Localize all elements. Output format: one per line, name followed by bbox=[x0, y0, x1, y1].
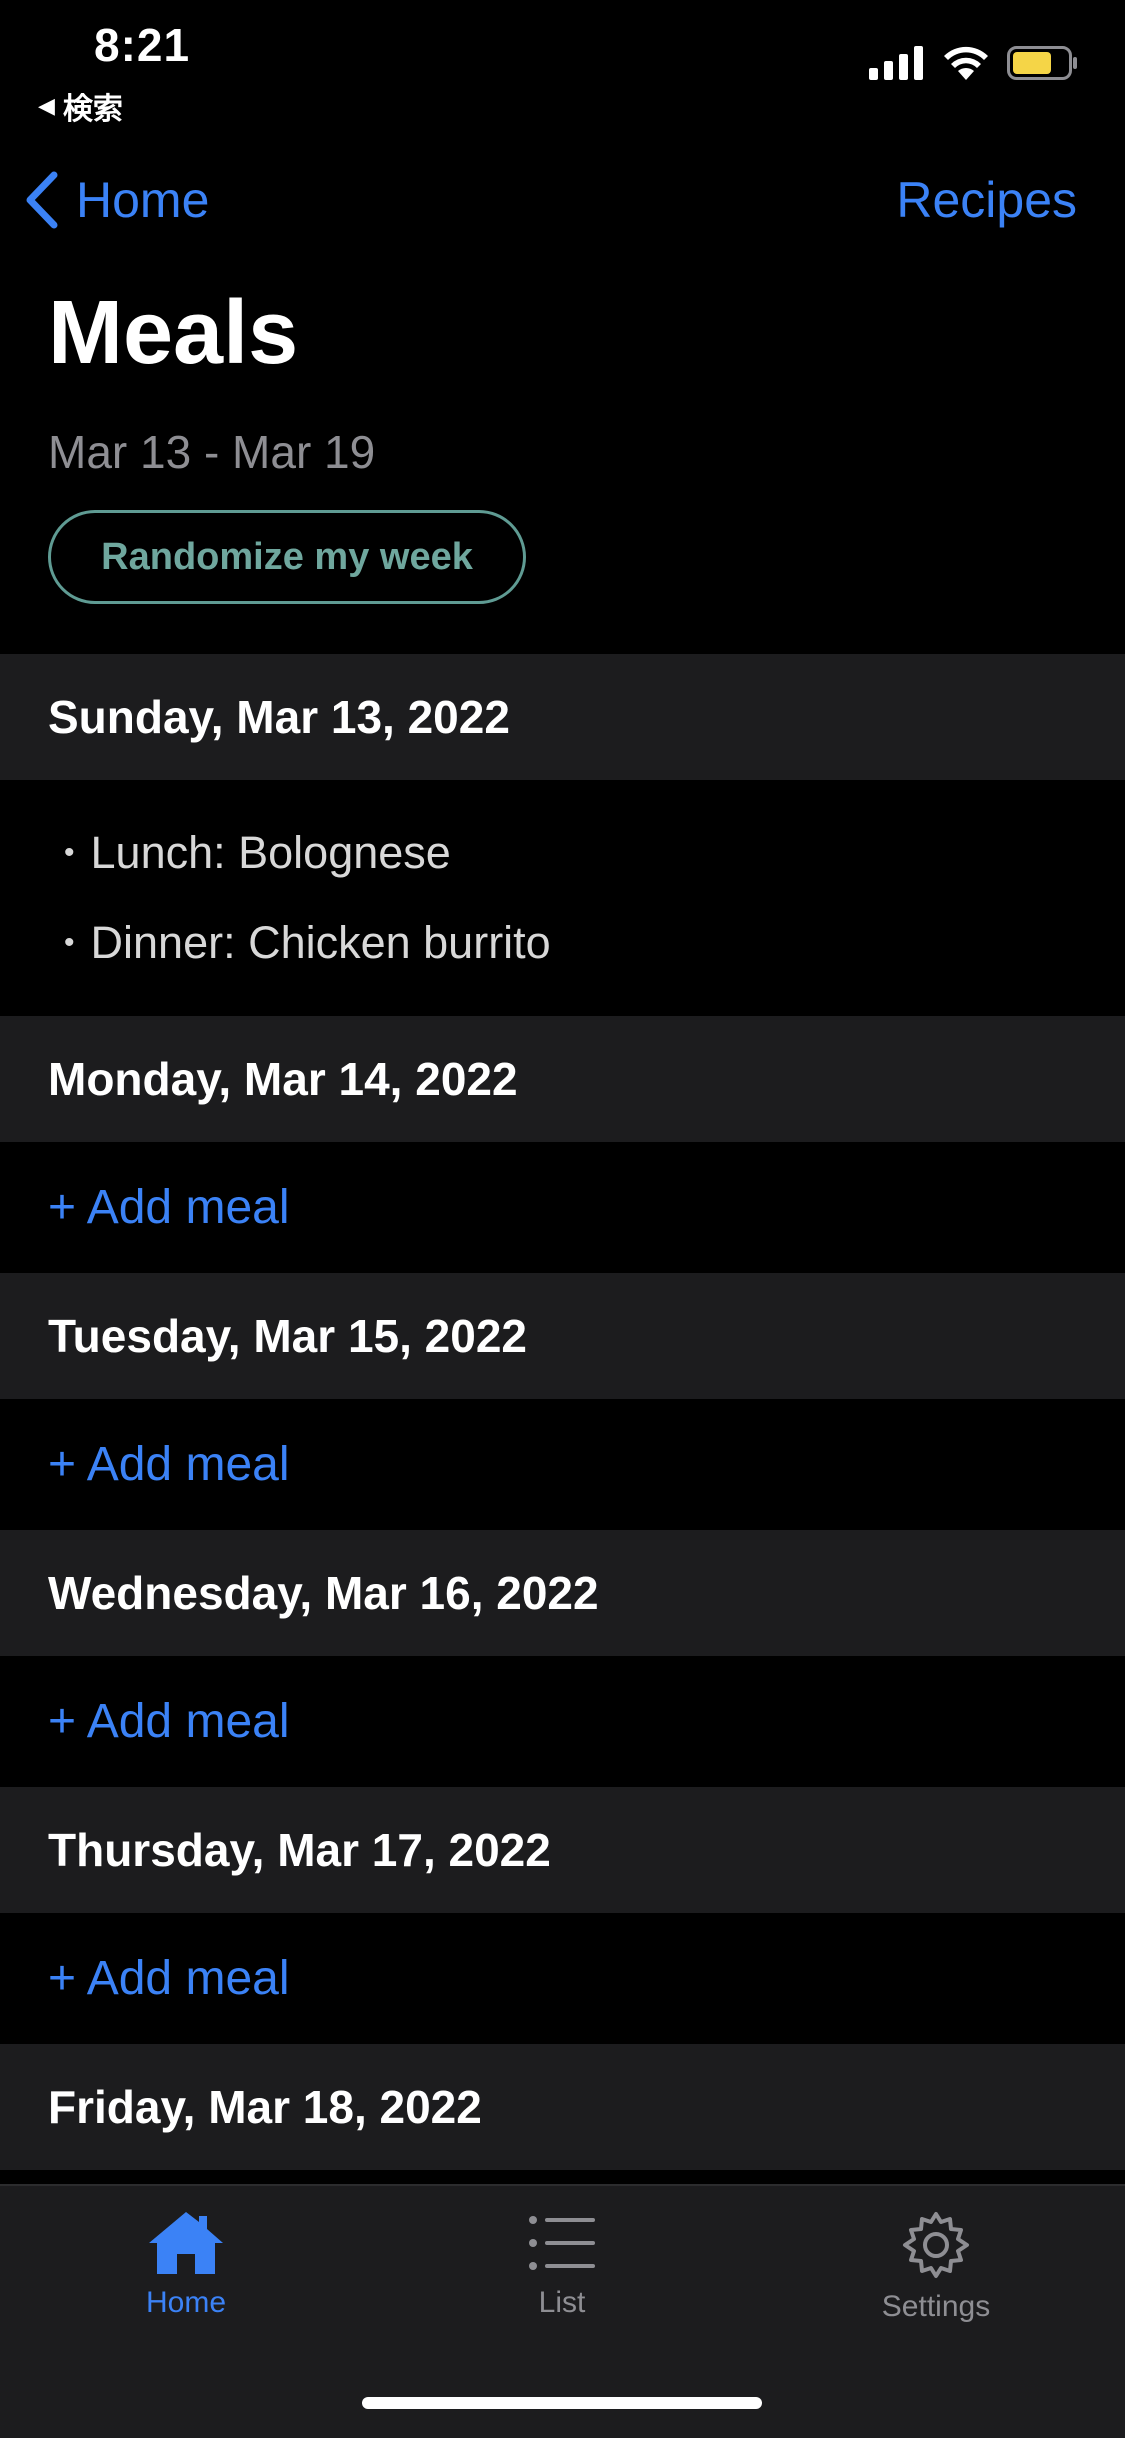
add-meal-button[interactable]: + Add meal bbox=[0, 1142, 1125, 1273]
tab-home[interactable]: Home bbox=[86, 2210, 286, 2320]
meal-label: Dinner: Chicken burrito bbox=[90, 917, 551, 968]
tab-list[interactable]: List bbox=[462, 2210, 662, 2320]
back-to-app[interactable]: ◀ 検索 bbox=[38, 84, 123, 128]
add-meal-button[interactable]: + Add meal bbox=[0, 1656, 1125, 1787]
day-header: Friday, Mar 18, 2022 bbox=[0, 2044, 1125, 2170]
add-meal-button[interactable]: + Add meal bbox=[0, 1399, 1125, 1530]
back-button-label: Home bbox=[76, 172, 210, 228]
randomize-week-button[interactable]: Randomize my week bbox=[48, 510, 526, 604]
battery-icon bbox=[1007, 46, 1077, 80]
signal-icon bbox=[869, 46, 923, 80]
meal-item[interactable]: • Dinner: Chicken burrito bbox=[0, 898, 1125, 988]
add-meal-button[interactable]: + Add meal bbox=[0, 1913, 1125, 2044]
day-header: Monday, Mar 14, 2022 bbox=[0, 1016, 1125, 1142]
tab-label: List bbox=[538, 2286, 586, 2319]
bullet-icon: • bbox=[64, 836, 75, 869]
tab-label: Home bbox=[145, 2286, 227, 2319]
back-app-label: 検索 bbox=[62, 93, 123, 126]
wifi-icon bbox=[944, 46, 988, 80]
day-header: Thursday, Mar 17, 2022 bbox=[0, 1787, 1125, 1913]
chevron-left-icon bbox=[26, 171, 58, 229]
status-bar: 8:21 ◀ 検索 bbox=[0, 0, 1125, 126]
back-button[interactable]: Home bbox=[24, 160, 209, 240]
page-title: Meals bbox=[48, 283, 299, 383]
status-icons bbox=[869, 46, 1079, 80]
status-time: 8:21 bbox=[94, 19, 191, 71]
meal-item[interactable]: • Lunch: Bolognese bbox=[0, 808, 1125, 898]
gear-icon bbox=[903, 2212, 969, 2278]
bullet-icon: • bbox=[64, 926, 75, 959]
list-icon bbox=[529, 2216, 595, 2270]
navigation-bar: Home Recipes bbox=[0, 160, 1125, 240]
day-header: Tuesday, Mar 15, 2022 bbox=[0, 1273, 1125, 1399]
day-list[interactable]: Sunday, Mar 13, 2022 • Lunch: Bolognese … bbox=[0, 654, 1125, 2184]
meal-list: • Lunch: Bolognese • Dinner: Chicken bur… bbox=[0, 780, 1125, 1016]
day-header: Wednesday, Mar 16, 2022 bbox=[0, 1530, 1125, 1656]
back-triangle-icon: ◀ bbox=[38, 93, 55, 118]
date-range: Mar 13 - Mar 19 bbox=[48, 426, 376, 478]
tab-settings[interactable]: Settings bbox=[836, 2210, 1036, 2324]
home-indicator[interactable] bbox=[362, 2397, 762, 2409]
day-header: Sunday, Mar 13, 2022 bbox=[0, 654, 1125, 780]
tab-label: Settings bbox=[881, 2290, 991, 2323]
recipes-button[interactable]: Recipes bbox=[896, 160, 1077, 240]
meal-label: Lunch: Bolognese bbox=[90, 827, 451, 878]
house-icon bbox=[149, 2212, 223, 2274]
